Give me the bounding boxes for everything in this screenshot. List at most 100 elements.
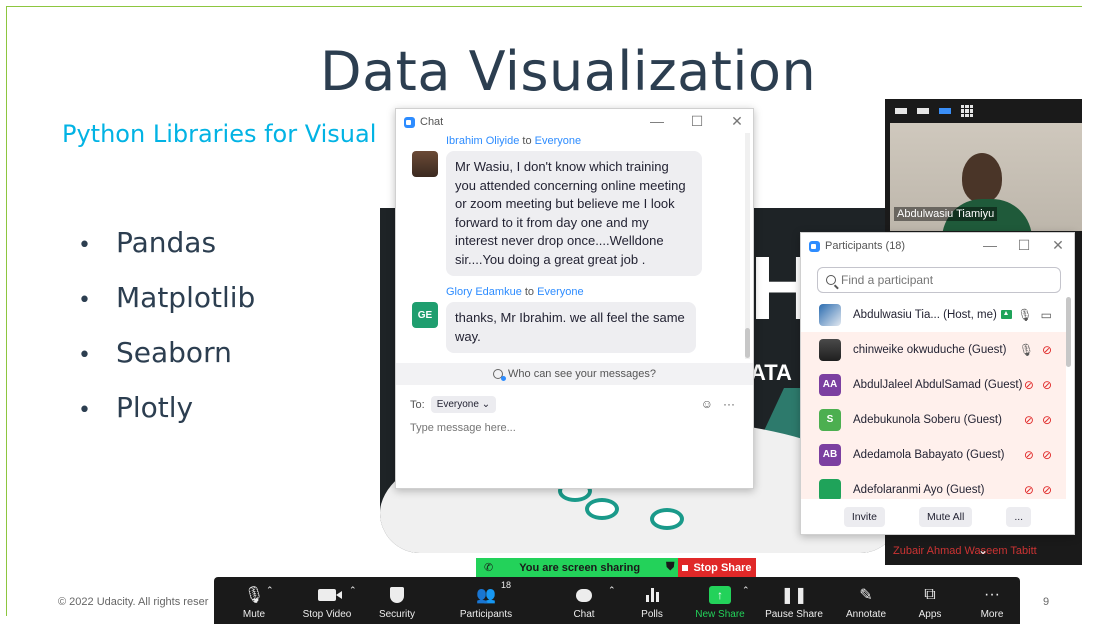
- participants-button[interactable]: 👥 18 Participants: [446, 577, 526, 624]
- mute-button[interactable]: 🎙 ⌃ Mute: [214, 577, 294, 624]
- participant-row[interactable]: Abdulwasiu Tia... (Host, me) 🎙 ▭: [801, 297, 1066, 332]
- participant-row[interactable]: AB Adedamola Babayato (Guest) ⊘ ⊘: [801, 437, 1066, 472]
- stop-video-button[interactable]: ⌃ Stop Video: [287, 577, 367, 624]
- chevron-down-icon[interactable]: ⌄: [978, 543, 988, 557]
- video-view-toolbar: [885, 99, 1082, 123]
- recipient-row: To: Everyone ⌄: [410, 396, 497, 413]
- minimize-view-icon[interactable]: [895, 108, 907, 114]
- pause-share-button[interactable]: ❚❚ Pause Share: [754, 577, 834, 624]
- video-off-icon[interactable]: ⊘: [1042, 343, 1052, 357]
- close-button[interactable]: ✕: [727, 113, 747, 130]
- microphone-muted-icon[interactable]: ⊘: [1024, 448, 1034, 462]
- participant-row[interactable]: AA AbdulJaleel AbdulSamad (Guest) ⊘ ⊘: [801, 367, 1066, 402]
- chevron-up-icon[interactable]: ⌃: [266, 585, 274, 596]
- microphone-muted-icon[interactable]: ⊘: [1024, 483, 1034, 497]
- sharing-status[interactable]: ✆ You are screen sharing ⛊: [476, 558, 678, 577]
- participant-name: Adedamola Babayato (Guest): [853, 448, 1005, 461]
- thumbnail-view-icon[interactable]: [917, 108, 929, 114]
- video-off-icon[interactable]: ⊘: [1042, 378, 1052, 392]
- recipient-name[interactable]: Everyone: [537, 286, 583, 298]
- ring-shape: [585, 498, 619, 520]
- maximize-button[interactable]: ☐: [687, 113, 707, 130]
- participant-name: Adefolaranmi Ayo (Guest): [853, 483, 985, 496]
- microphone-icon[interactable]: 🎙: [1017, 308, 1032, 322]
- speaker-view-icon[interactable]: [939, 108, 951, 114]
- screen-share-icon: [1000, 310, 1012, 319]
- participants-title: Participants (18): [825, 240, 906, 252]
- chat-window: Chat — ☐ ✕ Ibrahim Oliyide to Everyone M…: [395, 108, 754, 489]
- zoom-logo-icon: [809, 240, 820, 252]
- person-figure: [962, 153, 1002, 203]
- gallery-view-icon[interactable]: [961, 105, 973, 117]
- slide-border: [6, 6, 1082, 7]
- recipient-dropdown[interactable]: Everyone ⌄: [430, 396, 497, 413]
- bullet-item: • Plotly: [78, 391, 194, 424]
- video-icon[interactable]: ▭: [1041, 308, 1052, 322]
- video-icon: [318, 589, 342, 601]
- sender-name[interactable]: Ibrahim Oliyide: [446, 135, 519, 147]
- video-off-icon[interactable]: ⊘: [1042, 483, 1052, 497]
- participant-row[interactable]: S Adebukunola Soberu (Guest) ⊘ ⊘: [801, 402, 1066, 437]
- chevron-up-icon[interactable]: ⌃: [742, 585, 750, 596]
- avatar: [412, 151, 438, 177]
- minimize-button[interactable]: —: [647, 113, 667, 130]
- meeting-toolbar: 🎙 ⌃ Mute ⌃ Stop Video Security 👥 18 Part…: [214, 577, 1020, 624]
- video-off-icon[interactable]: ⊘: [1042, 413, 1052, 427]
- microphone-muted-icon[interactable]: ⊘: [1024, 378, 1034, 392]
- participant-search-input[interactable]: [841, 273, 1051, 287]
- new-share-button[interactable]: ↑ ⌃ New Share: [680, 577, 760, 624]
- microphone-icon[interactable]: 🎙: [1019, 343, 1034, 357]
- chevron-up-icon[interactable]: ⌃: [349, 585, 357, 596]
- maximize-button[interactable]: ☐: [1014, 237, 1034, 254]
- ring-shape: [650, 508, 684, 530]
- search-icon: [826, 275, 836, 285]
- security-button[interactable]: Security: [357, 577, 437, 624]
- message-header: Glory Edamkue to Everyone: [446, 286, 584, 298]
- screen-share-banner: ✆ You are screen sharing ⛊ Stop Share: [476, 558, 756, 577]
- slide-title: Data Visualization: [320, 40, 817, 103]
- avatar: GE: [412, 302, 438, 328]
- mute-all-button[interactable]: Mute All: [918, 507, 973, 527]
- recipient-name[interactable]: Everyone: [535, 135, 581, 147]
- window-controls: — ☐ ✕: [647, 113, 747, 130]
- more-icon: ···: [984, 586, 1000, 603]
- participants-footer: Invite Mute All ...: [801, 499, 1074, 534]
- message-bubble: Mr Wasiu, I don't know which training yo…: [446, 151, 702, 276]
- person-icon: [493, 369, 507, 381]
- participants-window: Participants (18) — ☐ ✕ Abdulwasiu Tia..…: [800, 232, 1075, 535]
- participant-search[interactable]: [817, 267, 1061, 293]
- avatar: AB: [819, 443, 841, 466]
- more-icon[interactable]: ···: [723, 397, 735, 411]
- apps-icon: ⧉: [924, 586, 936, 603]
- shield-icon: ⛊: [666, 561, 675, 573]
- minimize-button[interactable]: —: [980, 237, 1000, 254]
- chat-message-input[interactable]: [410, 422, 740, 434]
- window-controls: — ☐ ✕: [980, 237, 1068, 254]
- microphone-muted-icon[interactable]: ⊘: [1024, 413, 1034, 427]
- more-button[interactable]: ··· More: [952, 577, 1020, 624]
- chat-icon: [576, 588, 592, 602]
- participant-row[interactable]: chinweike okwuduche (Guest) 🎙 ⊘: [801, 332, 1066, 367]
- avatar: [819, 338, 841, 361]
- participant-name: AbdulJaleel AbdulSamad (Guest): [853, 378, 1023, 391]
- chat-titlebar: Chat — ☐ ✕: [396, 109, 753, 135]
- more-options-button[interactable]: ...: [1006, 507, 1032, 527]
- chat-scrollbar[interactable]: [745, 133, 750, 359]
- participant-name: Abdulwasiu Tia... (Host, me): [853, 308, 997, 321]
- who-can-see-bar[interactable]: Who can see your messages?: [396, 363, 753, 385]
- message-bubble: thanks, Mr Ibrahim. we all feel the same…: [446, 302, 696, 353]
- sender-name[interactable]: Glory Edamkue: [446, 286, 522, 298]
- stop-share-button[interactable]: Stop Share: [678, 558, 756, 577]
- bullet-item: • Matplotlib: [78, 281, 256, 314]
- pause-icon: ❚❚: [780, 587, 808, 604]
- share-icon: ↑: [709, 586, 731, 604]
- pen-icon: ✎: [859, 587, 873, 604]
- participants-titlebar: Participants (18) — ☐ ✕: [801, 233, 1074, 259]
- invite-button[interactable]: Invite: [843, 507, 885, 527]
- video-off-icon[interactable]: ⊘: [1042, 448, 1052, 462]
- message-header: Ibrahim Oliyide to Everyone: [446, 135, 582, 147]
- close-button[interactable]: ✕: [1048, 237, 1068, 254]
- participant-video[interactable]: Abdulwasiu Tiamiyu: [890, 123, 1082, 231]
- emoji-icon[interactable]: ☺: [701, 397, 713, 411]
- participants-scrollbar[interactable]: [1066, 297, 1071, 497]
